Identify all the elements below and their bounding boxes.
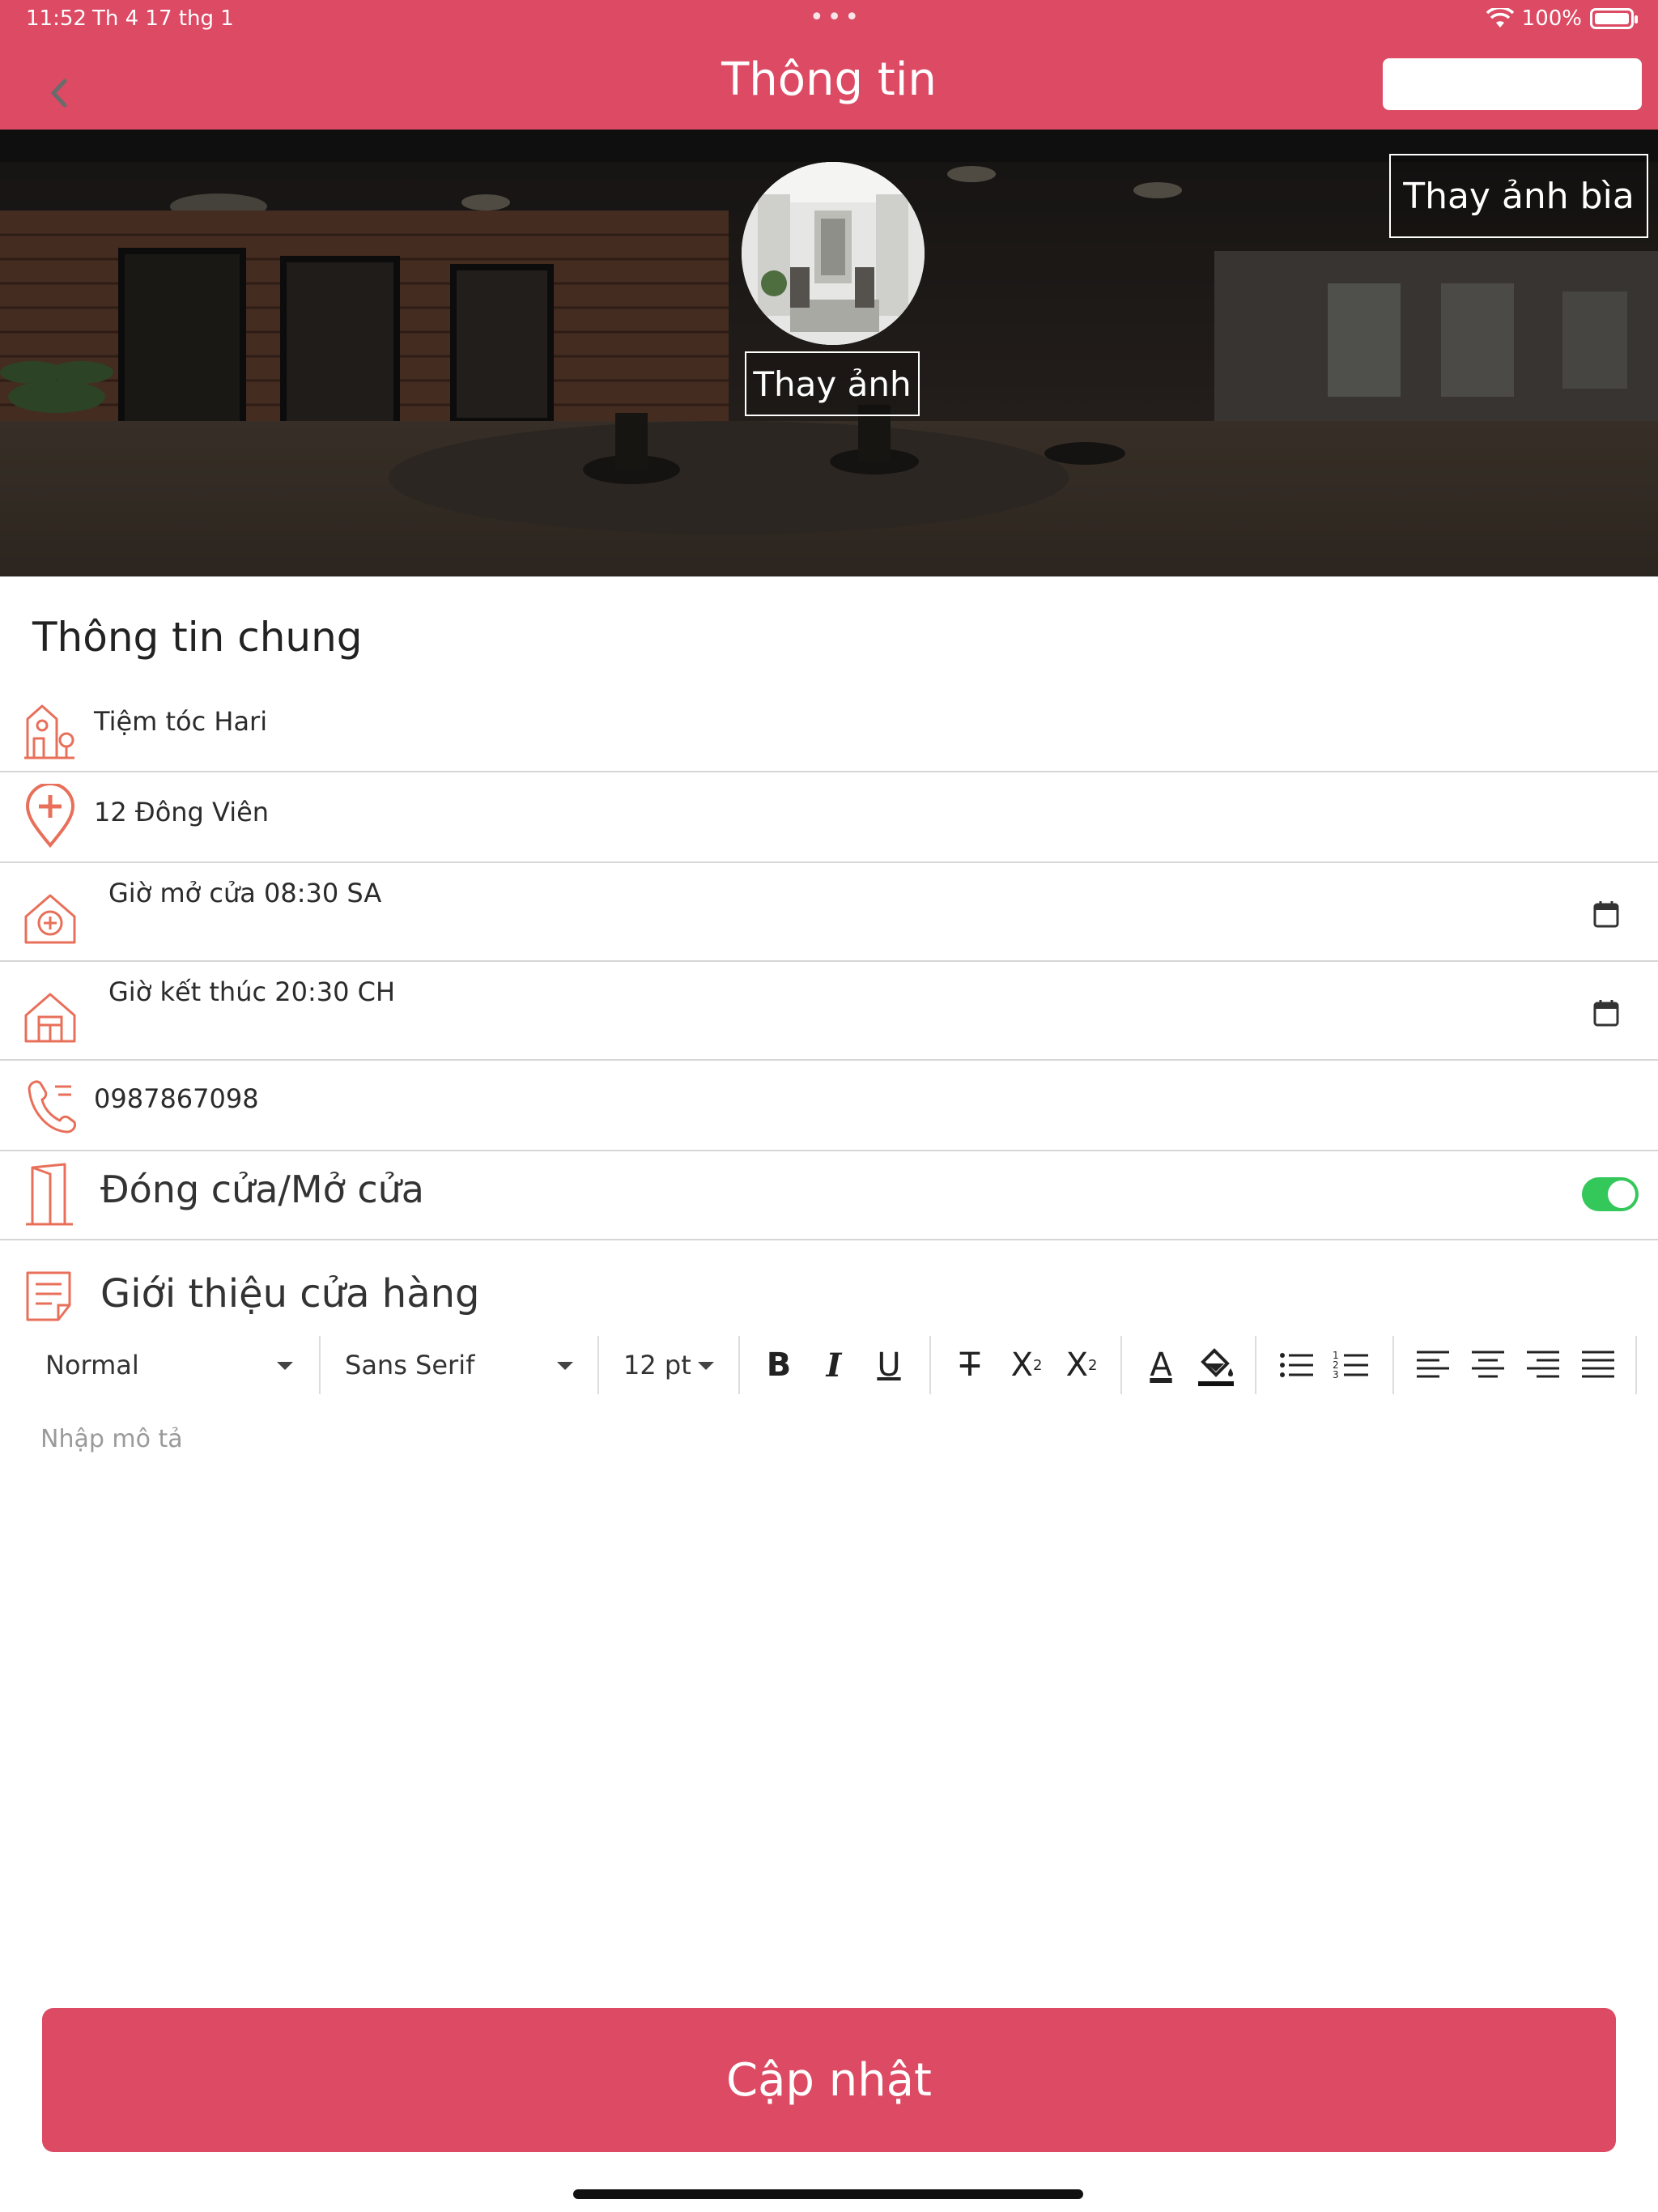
close-time-row[interactable]: Giờ kết thúc 20:30 CH xyxy=(0,962,1658,1061)
description-icon xyxy=(26,1271,71,1321)
open-time-field[interactable]: Giờ mở cửa 08:30 SA xyxy=(108,878,381,908)
format-select-value: Normal xyxy=(45,1350,139,1380)
shop-icon xyxy=(24,704,74,759)
bold-icon[interactable]: B xyxy=(755,1341,803,1389)
align-right-icon[interactable] xyxy=(1519,1341,1567,1389)
align-center-icon[interactable] xyxy=(1464,1341,1512,1389)
salon-interior-photo xyxy=(742,162,925,345)
rich-text-toolbar: Normal Sans Serif 12 pt B I U T X2 X2 A … xyxy=(0,1333,1658,1397)
header-search-input[interactable] xyxy=(1383,58,1642,110)
section-title: Thông tin chung xyxy=(32,614,363,661)
numbered-list-icon[interactable]: 123 xyxy=(1328,1341,1376,1389)
chevron-down-icon xyxy=(557,1362,573,1370)
description-editor[interactable]: Nhập mô tả xyxy=(40,1425,183,1453)
chevron-down-icon xyxy=(698,1362,714,1370)
update-button[interactable]: Cập nhật xyxy=(42,2008,1616,2152)
shop-name-field[interactable]: Tiệm tóc Hari xyxy=(94,706,267,737)
wifi-icon xyxy=(1486,8,1514,28)
phone-row[interactable]: 0987867098 xyxy=(0,1061,1658,1151)
open-time-row[interactable]: Giờ mở cửa 08:30 SA xyxy=(0,863,1658,962)
toolbar-divider xyxy=(929,1336,931,1394)
store-plus-icon xyxy=(24,894,76,944)
open-close-label: Đóng cửa/Mở cửa xyxy=(100,1168,424,1211)
font-select[interactable]: Sans Serif xyxy=(345,1333,580,1397)
change-cover-button[interactable]: Thay ảnh bìa xyxy=(1389,154,1648,238)
calendar-icon[interactable] xyxy=(1593,900,1619,928)
subscript-icon[interactable]: X2 xyxy=(1057,1341,1106,1389)
battery-percent: 100% xyxy=(1521,6,1582,31)
shop-name-row[interactable]: Tiệm tóc Hari xyxy=(0,688,1658,772)
header-bar: 11:52 Th 4 17 thg 1 ••• 100% Thông tin xyxy=(0,0,1658,130)
toolbar-divider xyxy=(1255,1336,1256,1394)
multitask-dots-icon[interactable]: ••• xyxy=(810,3,862,32)
home-indicator[interactable] xyxy=(573,2189,1083,2199)
toolbar-divider xyxy=(319,1336,321,1394)
chevron-down-icon xyxy=(277,1362,293,1370)
fill-color-icon[interactable] xyxy=(1192,1341,1240,1389)
address-row[interactable]: 12 Đông Viên xyxy=(0,772,1658,863)
underline-icon[interactable]: U xyxy=(865,1341,913,1389)
status-right: 100% xyxy=(1486,6,1638,31)
status-date: Th 4 17 thg 1 xyxy=(92,6,234,31)
location-pin-icon xyxy=(25,784,75,849)
open-close-toggle[interactable] xyxy=(1582,1177,1639,1211)
editor-title: Giới thiệu cửa hàng xyxy=(100,1271,480,1317)
toolbar-divider xyxy=(597,1336,599,1394)
phone-field[interactable]: 0987867098 xyxy=(94,1083,259,1114)
align-justify-icon[interactable] xyxy=(1574,1341,1622,1389)
align-left-icon[interactable] xyxy=(1409,1341,1457,1389)
open-close-row: Đóng cửa/Mở cửa xyxy=(0,1151,1658,1240)
toolbar-divider xyxy=(1635,1336,1637,1394)
superscript-icon[interactable]: X2 xyxy=(1002,1341,1051,1389)
strikethrough-icon[interactable]: T xyxy=(946,1341,994,1389)
address-field[interactable]: 12 Đông Viên xyxy=(94,797,269,827)
toolbar-divider xyxy=(1120,1336,1122,1394)
size-select-value: 12 pt xyxy=(623,1350,691,1380)
text-color-icon[interactable]: A xyxy=(1137,1341,1185,1389)
toolbar-divider xyxy=(738,1336,740,1394)
format-select[interactable]: Normal xyxy=(45,1333,296,1397)
size-select[interactable]: 12 pt xyxy=(623,1333,721,1397)
close-time-field[interactable]: Giờ kết thúc 20:30 CH xyxy=(108,976,395,1007)
calendar-icon[interactable] xyxy=(1593,999,1619,1027)
cover-image: Thay ảnh Thay ảnh bìa xyxy=(0,130,1658,576)
avatar[interactable] xyxy=(742,162,925,345)
bullet-list-icon[interactable] xyxy=(1273,1341,1321,1389)
italic-icon[interactable]: I xyxy=(810,1341,858,1389)
status-time: 11:52 xyxy=(26,6,87,31)
phone-icon xyxy=(28,1080,76,1134)
door-icon xyxy=(26,1163,73,1226)
font-select-value: Sans Serif xyxy=(345,1350,475,1380)
change-avatar-button[interactable]: Thay ảnh xyxy=(745,351,920,416)
toolbar-divider xyxy=(1392,1336,1394,1394)
store-closed-icon xyxy=(24,993,76,1043)
battery-icon xyxy=(1590,8,1638,29)
svg-text:3: 3 xyxy=(1333,1369,1339,1380)
